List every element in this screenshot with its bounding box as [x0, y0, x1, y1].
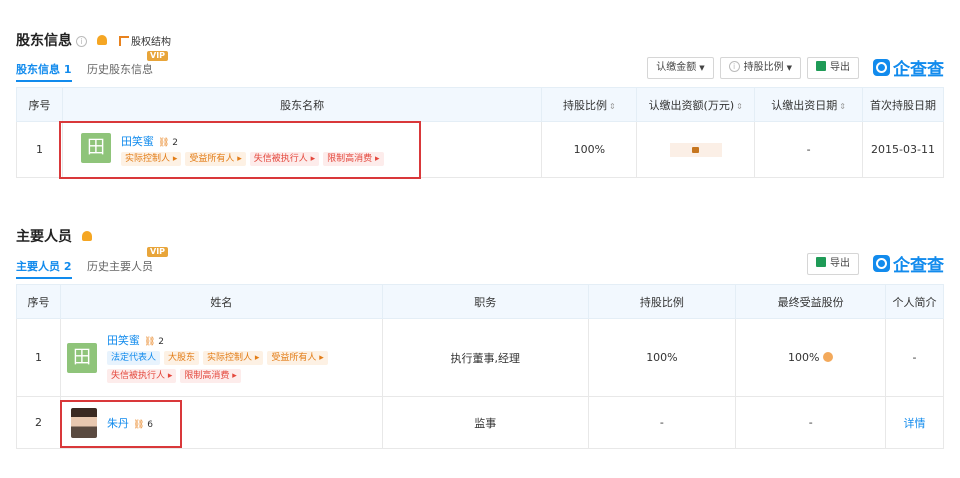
beneficial-share-value: 100% [735, 318, 887, 397]
qcc-logo-icon [873, 59, 890, 76]
vip-badge: VIP [147, 247, 169, 257]
col-shareholder-name: 股东名称 [61, 87, 543, 122]
profile-value: - [885, 318, 944, 397]
tab-count: 2 [63, 260, 72, 273]
tab-label: 股东信息 [16, 63, 60, 76]
excel-icon [816, 256, 826, 267]
personnel-title-text: 主要人员 [16, 229, 72, 245]
sort-icon[interactable]: ⇕ [609, 102, 616, 111]
subscribed-date-value: - [754, 121, 864, 178]
tab-history-shareholders[interactable]: 历史股东信息 [87, 61, 153, 77]
col-name: 姓名 [59, 284, 383, 319]
bell-icon[interactable] [97, 35, 107, 45]
shareholder-title-text: 股东信息 [16, 33, 72, 49]
filter-label: 持股比例 [743, 61, 784, 73]
tag-legal-representative[interactable]: 法定代表人 [106, 351, 160, 365]
col-label: 持股比例 [562, 98, 607, 112]
share-ratio-value: 100% [541, 121, 638, 178]
caret-down-icon: ▼ [699, 63, 705, 72]
row-index: 1 [16, 318, 61, 397]
caret-down-icon: ▼ [786, 63, 792, 72]
first-hold-date-value: 2015-03-11 [862, 121, 944, 178]
person-name-link[interactable]: 田笑蜜 [107, 334, 140, 347]
tab-label: 主要人员 [16, 260, 60, 273]
tab-personnel[interactable]: 主要人员 2 [16, 258, 72, 279]
avatar: 田 [66, 342, 97, 373]
relation-count: 2 [158, 337, 164, 347]
table-row: 1 田 田笑蜜 ⛓ 2 法定代表人 大股东 实际控制人 ▸ 受益所有人 ▸ 失信被… [16, 318, 944, 397]
equity-structure-link[interactable]: 股权结构 [131, 37, 171, 48]
person-cell: 田 田笑蜜 ⛓ 2 法定代表人 大股东 实际控制人 ▸ 受益所有人 ▸ 失信被执行… [59, 318, 383, 397]
filter-label: 认缴金额 [656, 61, 697, 73]
col-label: 认缴出资日期 [771, 98, 838, 112]
share-ratio-value: 100% [587, 318, 737, 397]
brand-text: 企查查 [893, 256, 944, 276]
col-subscribed-amount[interactable]: 认缴出资额(万元) ⇕ [636, 87, 756, 122]
lock-icon[interactable] [669, 142, 722, 157]
position-value: 执行董事,经理 [381, 318, 589, 397]
structure-icon[interactable] [119, 36, 129, 46]
subscribed-amount-locked[interactable] [636, 121, 756, 178]
export-button[interactable]: 导出 [807, 252, 859, 275]
position-value: 监事 [381, 396, 589, 449]
sort-icon[interactable]: ⇕ [839, 102, 846, 111]
excel-icon [816, 60, 826, 71]
bell-icon[interactable] [82, 231, 92, 241]
personnel-toolbar: 导出 企查查 [807, 251, 944, 276]
sort-icon[interactable]: ⇕ [736, 102, 743, 111]
col-first-hold-date: 首次持股日期 [862, 87, 944, 122]
tab-count: 1 [63, 63, 72, 76]
tag-dishonest-debtor[interactable]: 失信被执行人 ▸ [106, 369, 177, 383]
profile-link[interactable]: 详情 [885, 396, 944, 449]
tag-consumption-restricted[interactable]: 限制高消费 ▸ [180, 369, 241, 383]
personnel-section-title: 主要人员 [16, 226, 92, 246]
col-profile: 个人简介 [885, 284, 944, 319]
row-index: 2 [16, 396, 61, 449]
vip-badge: VIP [147, 51, 169, 61]
tag-actual-controller[interactable]: 实际控制人 ▸ [202, 351, 264, 365]
col-beneficial-share: 最终受益股份 [735, 284, 887, 319]
personnel-tabs: 主要人员 2 历史主要人员 [16, 258, 165, 279]
shareholder-section-title: 股东信息 i 股权结构 [16, 30, 171, 50]
shareholder-toolbar: 认缴金额 ▼ i 持股比例 ▼ 导出 企查查 [647, 55, 944, 80]
beneficial-share-text: 100% [787, 351, 820, 364]
col-position: 职务 [381, 284, 589, 319]
tab-history-personnel[interactable]: 历史主要人员 [87, 258, 153, 274]
highlight-box [60, 400, 182, 448]
col-index: 序号 [16, 284, 61, 319]
qcc-logo-icon [873, 255, 890, 272]
shareholder-tabs: 股东信息 1 历史股东信息 [16, 61, 165, 82]
tab-shareholders[interactable]: 股东信息 1 [16, 61, 72, 82]
info-icon[interactable]: i [76, 36, 87, 47]
export-label: 导出 [830, 257, 850, 269]
col-share-ratio: 持股比例 [587, 284, 737, 319]
table-header-row: 序号 股东名称 持股比例 ⇕ 认缴出资额(万元) ⇕ 认缴出资日期 ⇕ 首次持股日期 [16, 87, 944, 122]
col-label: 认缴出资额(万元) [648, 98, 735, 112]
highlight-box [59, 121, 421, 179]
beneficial-share-value: - [735, 396, 887, 449]
equity-chain-icon[interactable] [823, 352, 834, 362]
subscribed-amount-filter[interactable]: 认缴金额 ▼ [647, 56, 714, 79]
share-ratio-filter[interactable]: i 持股比例 ▼ [719, 56, 801, 79]
qcc-logo: 企查查 [873, 55, 944, 80]
share-ratio-value: - [587, 396, 737, 449]
qcc-logo: 企查查 [873, 251, 944, 276]
info-icon: i [728, 60, 740, 72]
relation-icon[interactable]: ⛓ 2 [144, 337, 164, 347]
brand-text: 企查查 [893, 60, 944, 80]
row-index: 1 [16, 121, 63, 178]
col-subscribed-date[interactable]: 认缴出资日期 ⇕ [754, 87, 864, 122]
export-label: 导出 [830, 61, 850, 73]
col-share-ratio[interactable]: 持股比例 ⇕ [541, 87, 638, 122]
tag-beneficial-owner[interactable]: 受益所有人 ▸ [267, 351, 328, 365]
table-header-row: 序号 姓名 职务 持股比例 最终受益股份 个人简介 [16, 284, 944, 319]
col-index: 序号 [16, 87, 63, 122]
tag-major-shareholder[interactable]: 大股东 [163, 351, 199, 365]
export-button[interactable]: 导出 [807, 56, 859, 79]
